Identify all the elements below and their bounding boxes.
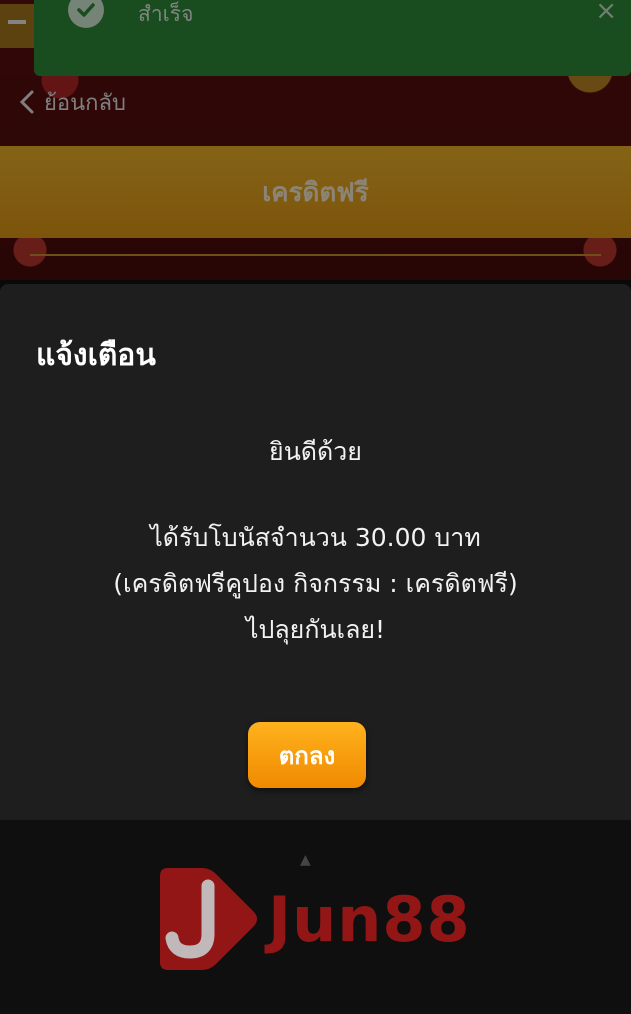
jun88-watermark: Jun88 — [150, 864, 490, 974]
bonus-amount-text: ได้รับโบนัสจำนวน 30.00 บาท — [150, 523, 481, 552]
dialog-title: แจ้งเตือน — [36, 338, 156, 373]
bonus-source-text: (เครดิตฟรีคูปอง กิจกรรม : เครดิตฟรี) — [113, 569, 518, 598]
dialog-greeting: ยินดีด้วย — [269, 437, 362, 466]
jun88-logo-icon — [160, 868, 257, 970]
notification-dialog: แจ้งเตือน ยินดีด้วย ได้รับโบนัสจำนวน 30.… — [0, 284, 631, 820]
dialog-cta-text: ไปลุยกันเลย! — [245, 615, 386, 644]
watermark-text: Jun88 — [268, 882, 471, 956]
ok-button[interactable]: ตกลง — [248, 722, 366, 788]
